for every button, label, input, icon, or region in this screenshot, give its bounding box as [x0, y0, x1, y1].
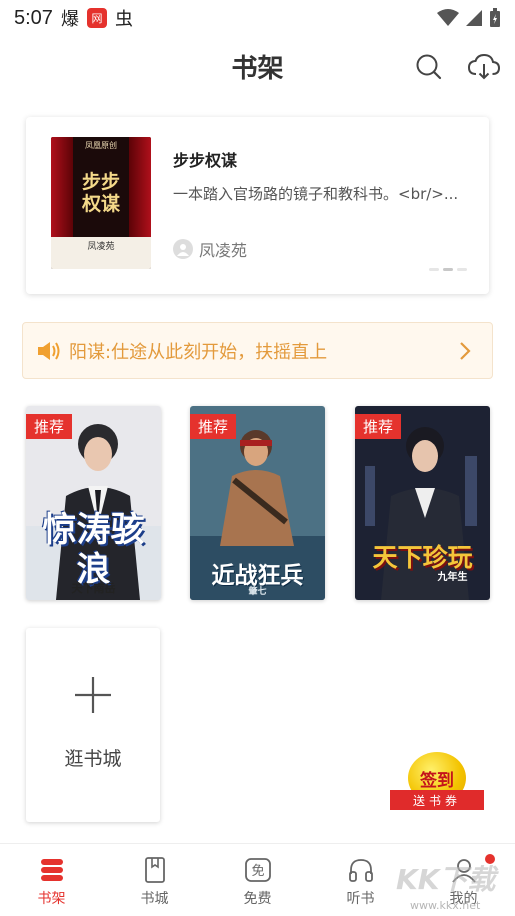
announcement-text: 阳谋:仕途从此刻开始，扶摇直上 — [69, 341, 328, 363]
cover-title-line2: 权谋 — [81, 193, 120, 215]
cover-curtain-left — [51, 137, 73, 237]
cloud-download-icon[interactable] — [467, 52, 501, 82]
cover-title: 步步 权谋 — [73, 171, 129, 215]
search-icon[interactable] — [414, 52, 444, 82]
featured-book-card[interactable]: 凤凰原创 步步 权谋 凤凌苑 步步权谋 一本踏入官场路的镜子和教科书。<br/>… — [26, 117, 489, 294]
recommend-tag: 推荐 — [355, 414, 401, 439]
cover-curtain-right — [129, 137, 151, 237]
notification-icon-bao: 爆 — [60, 9, 79, 30]
battery-icon — [490, 8, 500, 27]
book-cover-author: 天下南岳 — [71, 582, 116, 595]
signin-badge[interactable]: 签到 送书券 — [390, 752, 484, 816]
signin-ribbon: 送书券 — [390, 790, 484, 810]
author-name: 凤凌苑 — [199, 241, 248, 260]
cover-author: 凤凌苑 — [87, 242, 115, 252]
tab-free[interactable]: 免 免费 — [206, 844, 309, 916]
bookshelf-item[interactable]: 近战狂兵 肇七 推荐 — [190, 406, 325, 600]
featured-book-title[interactable]: 步步权谋 — [173, 147, 237, 171]
carousel-dot — [457, 268, 467, 271]
carousel-dot-active — [443, 268, 453, 271]
book-cover-author: 肇七 — [248, 587, 267, 597]
book-cover-author: 九年生 — [437, 572, 468, 583]
tab-label: 免费 — [243, 891, 272, 907]
chevron-right-icon — [460, 342, 471, 360]
tab-bookshelf[interactable]: 书架 — [0, 844, 103, 916]
announcement-bar[interactable]: 阳谋:仕途从此刻开始，扶摇直上 — [22, 322, 493, 379]
svg-text:免: 免 — [251, 864, 264, 879]
tab-bookstore[interactable]: 书城 — [103, 844, 206, 916]
bookshelf-item[interactable]: 惊涛骇浪 天下南岳 推荐 — [26, 406, 161, 600]
bookshelf-icon — [40, 859, 63, 881]
plus-icon — [75, 677, 111, 713]
carousel-dot — [429, 268, 439, 271]
recommend-tag: 推荐 — [190, 414, 236, 439]
status-bar: 5:07 爆 网 虫 — [0, 0, 515, 36]
cover-footer: 凤凌苑 — [51, 237, 151, 269]
headphones-icon — [348, 859, 373, 882]
tab-label: 书城 — [140, 891, 169, 907]
bookshelf-item[interactable]: 天下珍玩 九年生 推荐 — [355, 406, 490, 600]
browse-store-card[interactable]: 逛书城 — [26, 628, 160, 822]
wifi-icon — [437, 9, 459, 26]
notification-icon-app: 网 — [86, 8, 107, 28]
status-time: 5:07 — [14, 6, 53, 29]
featured-book-description: 一本踏入官场路的镜子和教科书。<br/>... — [173, 185, 459, 203]
recommend-tag: 推荐 — [26, 414, 72, 439]
app-header: 书架 — [0, 40, 515, 96]
watermark-logo: KK下载 — [396, 863, 496, 896]
signal-icon — [466, 10, 482, 26]
carousel-indicator — [429, 268, 467, 271]
featured-book-cover[interactable]: 凤凰原创 步步 权谋 凤凌苑 — [51, 137, 151, 269]
browse-store-label: 逛书城 — [64, 748, 122, 770]
book-icon — [144, 857, 165, 883]
status-indicators — [437, 8, 501, 28]
cover-brand: 凤凰原创 — [85, 141, 117, 150]
tab-label: 听书 — [346, 891, 375, 907]
cover-title-line1: 步步 — [81, 171, 120, 193]
tab-label: 书架 — [37, 891, 66, 907]
featured-book-author: 凤凌苑 — [173, 237, 247, 261]
book-cover-title: 惊涛骇浪 — [42, 510, 145, 590]
speaker-icon — [38, 341, 60, 360]
author-avatar-icon — [173, 239, 193, 259]
free-icon: 免 — [244, 858, 271, 882]
notification-icon-bug: 虫 — [114, 9, 133, 30]
watermark-url: www.kkx.net — [410, 899, 481, 912]
